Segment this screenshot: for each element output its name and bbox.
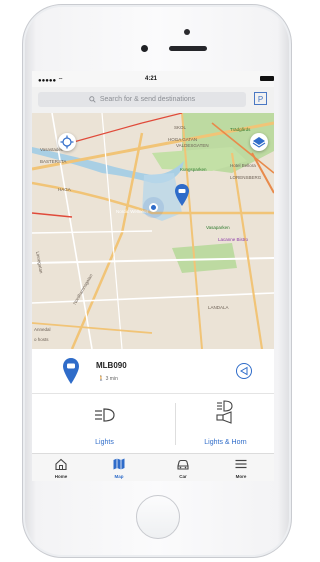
map-view[interactable]: SKOL HOGA GATAN VALDESGATEN Trädgårds Va…	[32, 113, 274, 349]
tab-car-label: Car	[179, 474, 187, 479]
headlight-icon	[95, 408, 115, 422]
map-label-vasaparken: Vasaparken	[206, 225, 230, 230]
car-icon	[177, 459, 189, 470]
search-icon	[89, 96, 96, 103]
map-label-valdesgaten: VALDESGATEN	[176, 143, 209, 148]
battery-icon	[260, 76, 274, 81]
search-placeholder: Search for & send destinations	[99, 96, 196, 103]
map-label-tradgards: Trädgårds	[230, 127, 251, 132]
walk-time: 🚶 3 min	[98, 376, 118, 382]
map-label-bastersta: BASTERSTA	[40, 159, 67, 164]
map-label-hotel-bellora: Hotel Bellora	[230, 163, 256, 168]
home-button[interactable]	[136, 495, 180, 539]
locate-me-button[interactable]	[58, 133, 76, 151]
search-bar: Search for & send destinations P	[32, 87, 274, 114]
search-input[interactable]: Search for & send destinations	[38, 92, 246, 107]
vehicle-name: MLB090	[96, 361, 127, 370]
tab-car[interactable]: Car	[160, 454, 206, 481]
navigate-button[interactable]	[236, 363, 252, 379]
map-label-haga: HAGA	[58, 187, 71, 192]
tab-bar: Home Map Car More	[32, 453, 274, 481]
signal-indicator: ●●●●● ⌔	[38, 78, 64, 84]
map-label-lorensberg: LORENSBERG	[230, 175, 262, 180]
tab-home-label: Home	[54, 474, 68, 479]
navigation-arrow-icon	[240, 366, 248, 376]
front-camera	[141, 45, 148, 52]
earpiece-speaker	[169, 46, 207, 51]
home-icon	[55, 458, 67, 471]
quick-actions: Lights Lights & Horn	[32, 393, 274, 453]
parking-button[interactable]: P	[254, 92, 267, 105]
sensor-dot	[184, 29, 190, 35]
crosshair-icon	[60, 135, 74, 149]
lights-horn-icon	[216, 400, 233, 424]
vehicle-card: MLB090 🚶 3 min Lights Lights & Horn Home…	[32, 349, 274, 481]
map-label-kungsparken: Kungsparken	[180, 167, 207, 172]
tab-map-label: Map	[114, 474, 124, 479]
tab-map[interactable]: Map	[96, 454, 142, 481]
layers-icon	[252, 137, 266, 148]
lights-and-horn-button[interactable]: Lights & Horn	[177, 393, 274, 453]
user-location-dot	[149, 203, 158, 212]
map-label-skol: SKOL	[174, 125, 187, 130]
map-icon	[113, 458, 125, 470]
tab-more-label: More	[235, 474, 247, 479]
lights-horn-label: Lights & Horn	[204, 439, 247, 446]
walk-time-value: 3 min	[105, 376, 118, 382]
vehicle-pin-icon	[63, 358, 79, 384]
walk-icon: 🚶	[98, 376, 105, 382]
action-divider	[175, 403, 176, 445]
status-time: 4:21	[145, 76, 158, 82]
tab-more[interactable]: More	[218, 454, 264, 481]
map-label-nordic-wellness: Nordic Wellness	[116, 209, 149, 214]
map-layers-button[interactable]	[250, 133, 268, 151]
tab-home[interactable]: Home	[38, 454, 84, 481]
car-location-pin-icon[interactable]	[174, 183, 190, 207]
map-label-landala: LANDALA	[208, 305, 229, 310]
vehicle-row[interactable]: MLB090 🚶 3 min	[32, 349, 274, 394]
app-screen: ●●●●● ⌔ 4:21 Search for & send destinati…	[32, 71, 274, 481]
map-label-o-hosts: o hosts	[34, 337, 49, 342]
map-label-annedal: Annedal	[34, 327, 51, 332]
lights-label: Lights	[95, 439, 114, 446]
map-label-hoga-gatan: HOGA GATAN	[168, 137, 198, 142]
status-bar: ●●●●● ⌔ 4:21	[32, 71, 274, 87]
lights-button[interactable]: Lights	[32, 393, 177, 453]
menu-icon	[235, 459, 247, 469]
map-label-lacanne-bistro: Lacanne Bistro	[218, 237, 249, 242]
